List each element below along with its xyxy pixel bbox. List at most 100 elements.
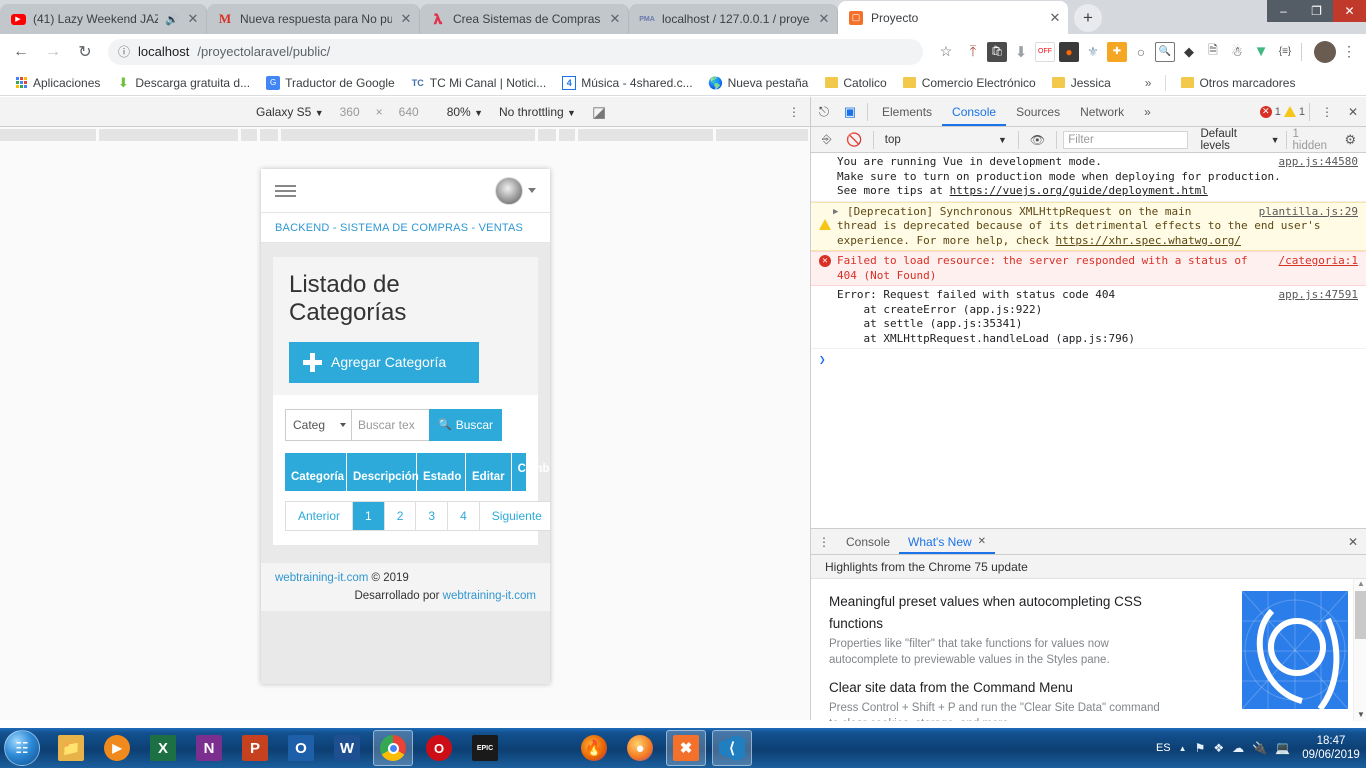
search-box-icon[interactable]: 🔍 — [1155, 41, 1175, 62]
console-source-link[interactable]: app.js:44580 — [1279, 155, 1358, 170]
tab-elements[interactable]: Elements — [872, 97, 942, 126]
bookmark-folder-catolico[interactable]: Catolico — [818, 74, 892, 92]
taskbar-chrome[interactable] — [373, 730, 413, 766]
taskbar-powerpoint[interactable]: P — [235, 730, 275, 766]
browser-tab[interactable]: 𝛌 Crea Sistemas de Compras - Ver ✕ — [420, 4, 629, 34]
close-icon[interactable]: ✕ — [186, 11, 200, 27]
brand-label[interactable]: BACKEND - SISTEMA DE COMPRAS - VENTAS — [275, 222, 523, 234]
forward-icon[interactable]: → — [38, 37, 68, 67]
clock[interactable]: 18:47 09/06/2019 — [1298, 734, 1360, 762]
console-message-stacktrace[interactable]: app.js:47591 Error: Request failed with … — [811, 286, 1366, 349]
table-header-cell[interactable]: Editar — [466, 452, 512, 491]
whats-new-heading[interactable]: Meaningful preset values when autocomple… — [829, 591, 1235, 613]
browser-tab-active[interactable]: ▢ Proyecto ✕ — [838, 1, 1068, 34]
new-tab-button[interactable]: + — [1074, 4, 1102, 32]
zoom-select[interactable]: 80% ▼ — [439, 105, 491, 119]
pagination-page-3[interactable]: 3 — [416, 501, 449, 530]
live-expression-icon[interactable]: 👁 — [1025, 127, 1050, 153]
show-sidebar-icon[interactable]: ⎆ — [814, 127, 839, 153]
whats-new-heading[interactable]: Clear site data from the Command Menu — [829, 677, 1235, 699]
close-icon[interactable]: ✕ — [978, 536, 986, 547]
bookmark-item-tc[interactable]: TC TC Mi Canal | Notici... — [405, 74, 552, 92]
drawer-tab-console[interactable]: Console — [837, 529, 899, 554]
pagination-prev[interactable]: Anterior — [286, 501, 354, 530]
site-info-icon[interactable]: ⓘ — [118, 43, 130, 60]
devtools-menu-icon[interactable]: ⋮ — [1314, 99, 1340, 125]
opera-icon[interactable]: ○ — [1131, 42, 1151, 62]
usb-icon[interactable]: 🔌 — [1252, 741, 1267, 755]
tab-sources[interactable]: Sources — [1006, 97, 1070, 126]
bookmark-item-traductor[interactable]: G Traductor de Google — [260, 74, 401, 92]
footer-site-link[interactable]: webtraining-it.com — [275, 572, 368, 584]
device-toolbar-menu[interactable]: ⋮ — [788, 105, 810, 119]
table-header-cell[interactable]: Cambiar Estado — [512, 453, 550, 491]
console-link[interactable]: https://xhr.spec.whatwg.org/ — [1056, 234, 1241, 247]
adobe-acrobat-icon[interactable]: ⤒ — [963, 42, 983, 62]
inspect-cursor-icon[interactable]: ⎋ — [811, 99, 837, 125]
devtools-close-icon[interactable]: ✕ — [1340, 99, 1366, 125]
share-icon[interactable]: ✚ — [1107, 41, 1127, 62]
save-page-icon[interactable]: 🗎 — [1203, 42, 1223, 62]
viewport-height-input[interactable]: 640 — [391, 105, 427, 119]
footer-developer-link[interactable]: webtraining-it.com — [443, 590, 536, 602]
lightbulb-off-icon[interactable]: OFF — [1035, 41, 1055, 62]
browser-tab[interactable]: M Nueva respuesta para No pued ✕ — [207, 4, 420, 34]
scrollbar-thumb[interactable] — [1355, 591, 1366, 639]
console-filter-input[interactable]: Filter — [1063, 130, 1189, 149]
pagination-page-4[interactable]: 4 — [448, 501, 480, 530]
log-levels-select[interactable]: Default levels ▼ — [1200, 128, 1279, 152]
bookmark-item-nueva-pestana[interactable]: 🌎 Nueva pestaña — [703, 74, 815, 92]
back-icon[interactable]: ← — [6, 37, 36, 67]
device-toggle-icon[interactable]: ▣ — [837, 99, 863, 125]
download-arrow-icon[interactable]: ⬇ — [1011, 42, 1031, 62]
tab-network[interactable]: Network — [1070, 97, 1134, 126]
execution-context-select[interactable]: top ▼ — [880, 134, 1012, 146]
bookmark-folder-comercio[interactable]: Comercio Electrónico — [897, 74, 1042, 92]
chrome-menu-icon[interactable]: ⋮ — [1338, 39, 1360, 65]
throttling-select[interactable]: No throttling ▼ — [491, 105, 584, 119]
start-button[interactable]: ☷ — [4, 730, 40, 766]
drawer-menu-icon[interactable]: ⋮ — [811, 529, 837, 555]
dropbox-icon[interactable]: ❖ — [1213, 741, 1224, 755]
console-source-link[interactable]: plantilla.js:29 — [1259, 205, 1358, 220]
whats-new-heading-cont[interactable]: functions — [829, 613, 1235, 635]
json-viewer-icon[interactable]: {≡} — [1275, 42, 1295, 62]
console-link[interactable]: https://vuejs.org/guide/deployment.html — [950, 184, 1208, 197]
honey-icon[interactable]: ● — [1059, 41, 1079, 62]
drawer-close-icon[interactable]: ✕ — [1340, 529, 1366, 555]
clear-console-icon[interactable]: 🚫 — [841, 127, 866, 153]
taskbar-opera[interactable]: O — [419, 730, 459, 766]
browser-tab[interactable]: PMA localhost / 127.0.0.1 / proyectol ✕ — [629, 4, 838, 34]
console-source-link[interactable]: app.js:47591 — [1279, 288, 1358, 303]
taskbar-onenote[interactable]: N — [189, 730, 229, 766]
taskbar-vscode[interactable]: ⟨ — [712, 730, 752, 766]
gear-icon[interactable]: ⚙ — [1338, 127, 1363, 153]
rotate-icon[interactable]: ◪ — [584, 103, 614, 121]
shopping-bag-icon[interactable]: 🛍 — [987, 41, 1007, 62]
maximize-button[interactable]: ❐ — [1300, 0, 1333, 22]
browser-tab[interactable]: ▶ (41) Lazy Weekend JAZZ - S 🔊 ✕ — [0, 4, 207, 34]
close-icon[interactable]: ✕ — [817, 11, 831, 27]
bookmark-item-descarga[interactable]: ⬇ Descarga gratuita d... — [110, 74, 256, 92]
taskbar-firefox[interactable]: 🔥 — [574, 730, 614, 766]
scroll-down-icon[interactable]: ▼ — [1357, 710, 1365, 719]
viewport-width-input[interactable]: 360 — [332, 105, 368, 119]
avatar[interactable] — [495, 176, 523, 205]
bookmark-folder-otros[interactable]: Otros marcadores — [1174, 74, 1301, 92]
bookmark-item-apps[interactable]: Aplicaciones — [8, 74, 106, 92]
bookmark-star-icon[interactable]: ☆ — [931, 37, 961, 67]
bookmark-item-musica[interactable]: 4 Música - 4shared.c... — [556, 74, 698, 92]
drawer-tab-whats-new[interactable]: What's New ✕ — [899, 529, 995, 554]
table-header-cell[interactable]: Estado — [417, 452, 466, 491]
whats-new-thumbnail[interactable] — [1242, 591, 1348, 709]
search-field-select[interactable]: Categ — [285, 408, 351, 441]
bookmark-folder-jessica[interactable]: Jessica — [1046, 74, 1117, 92]
issue-counts[interactable]: ✕ 1 1 — [1259, 105, 1305, 118]
search-input[interactable]: Buscar tex — [351, 408, 429, 441]
pagination-page-2[interactable]: 2 — [384, 501, 417, 530]
eraser-icon[interactable]: ◆ — [1179, 42, 1199, 62]
scroll-up-icon[interactable]: ▲ — [1357, 579, 1365, 588]
bookmark-overflow-button[interactable]: » — [1139, 74, 1158, 92]
expand-arrow-icon[interactable]: ▶ — [833, 205, 838, 220]
close-icon[interactable]: ✕ — [399, 11, 413, 27]
